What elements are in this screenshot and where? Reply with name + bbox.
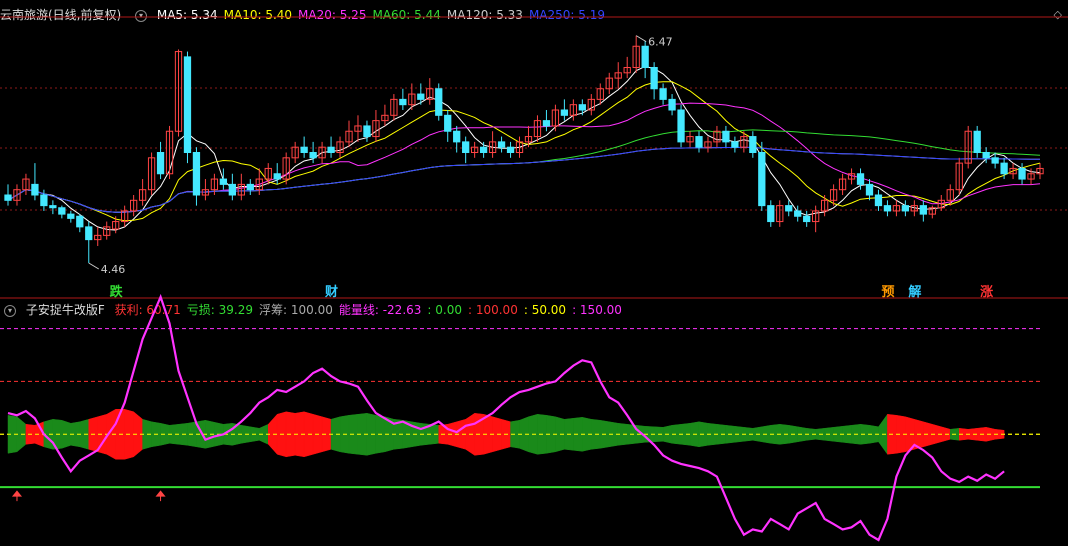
signal-label-0: 跌 [110,284,124,300]
candle-body [865,183,874,196]
candle-body [749,136,757,153]
candle-body [542,120,551,127]
candle-body [1018,167,1026,180]
candle-body [273,173,281,180]
candle-body [794,210,802,217]
candle-body [444,114,452,132]
candle-body [435,88,443,116]
candle-body [85,226,93,241]
candle-body [309,152,317,159]
chart-canvas[interactable]: 6.47 4.46 跌 财 预解 涨 [0,0,1068,546]
candle-body [803,215,811,223]
candle-body [453,130,461,143]
signal-label-3: 解 [907,284,921,300]
candle-body [856,173,865,185]
buy-arrow-icon [11,490,23,502]
candle-body [327,146,335,153]
candle-body [659,88,667,100]
candle-body [883,205,892,212]
candle-body [874,194,883,207]
candle-body [497,141,506,148]
price-annotations: 6.47 4.46 [88,35,673,276]
candle-body [300,146,308,153]
candle-body [973,130,981,153]
candle-body [677,109,685,143]
candle-body [919,205,927,215]
candle-body [991,157,999,164]
candle-body [668,98,676,111]
low-pointer [88,262,100,270]
candle-body [183,56,192,153]
candle-body [156,152,165,175]
signal-label-4: 涨 [979,285,993,300]
candle-body [40,194,48,207]
candle-body [695,136,703,148]
candle-body [246,183,254,191]
signal-label-2: 预 [881,285,894,300]
candle-body [31,183,39,196]
candle-body [417,93,425,100]
ma10-line [7,81,1041,222]
candle-body [58,207,66,215]
candle-body [731,141,739,148]
candlestick-series [4,35,1044,263]
candle-body [462,141,470,153]
candle-body [641,45,649,68]
candle-body [560,109,569,116]
candle-body [650,67,658,90]
candle-body [722,130,730,143]
candle-body [4,194,12,201]
candle-body [219,178,228,185]
indicator-panel [0,293,1040,542]
candle-body [758,152,766,207]
candle-body [767,205,775,223]
candle-body [578,104,586,111]
candle-body [506,146,515,153]
candle-body [982,152,990,159]
candle-body [192,152,201,196]
candle-body [67,213,75,219]
high-pointer [635,35,647,43]
energy-line [7,293,1005,542]
signal-label-1: 财 [325,284,338,300]
high-price-label: 6.47 [648,36,673,49]
candle-body [399,98,407,106]
candle-body [479,146,488,153]
candle-body [363,125,371,138]
low-price-label: 4.46 [101,263,126,276]
candle-body [785,205,793,212]
buy-arrow-icon [155,490,166,502]
candle-body [76,215,84,228]
candle-body [1000,162,1008,175]
candle-body [49,205,57,209]
candle-body [228,183,236,196]
candle-body [901,205,910,212]
